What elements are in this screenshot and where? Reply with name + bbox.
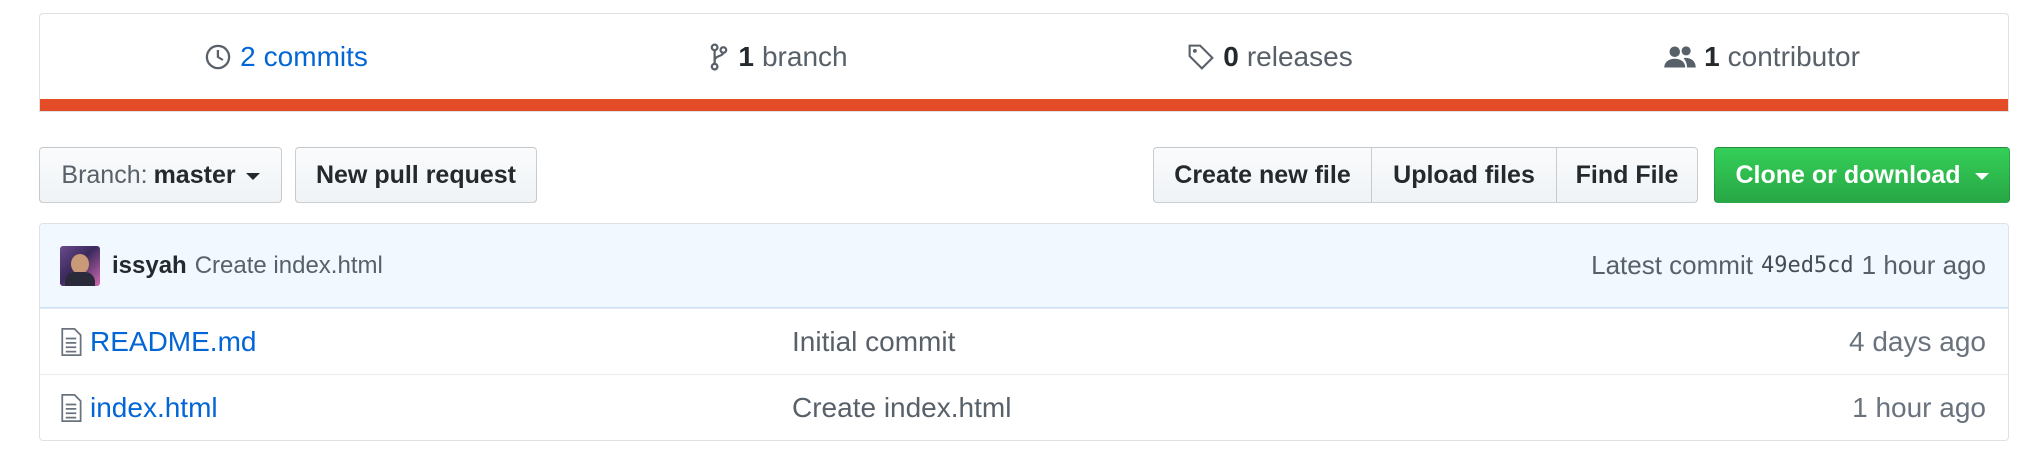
branches-summary-link[interactable]: 1 branch: [532, 14, 1024, 99]
file-text-icon: [61, 327, 82, 356]
contributors-count: 1: [1704, 40, 1720, 72]
commits-count: 2: [240, 40, 256, 72]
file-age: 4 days ago: [1849, 325, 1986, 357]
releases-count: 0: [1223, 40, 1239, 72]
branch-select-button[interactable]: Branch: master: [39, 147, 282, 203]
file-commit-message-link[interactable]: Create index.html: [792, 392, 1011, 424]
commit-message-link[interactable]: Create index.html: [195, 252, 383, 280]
commit-author-link[interactable]: issyah: [112, 252, 187, 280]
git-branch-icon: [711, 42, 728, 71]
branch-label: Branch:: [61, 160, 148, 189]
file-name-link[interactable]: README.md: [90, 326, 256, 358]
tag-icon: [1188, 44, 1215, 70]
contributors-summary-link[interactable]: 1 contributor: [1516, 14, 2008, 99]
upload-files-button[interactable]: Upload files: [1371, 147, 1557, 203]
file-row: index.html Create index.html 1 hour ago: [40, 374, 2008, 440]
file-row: README.md Initial commit 4 days ago: [40, 308, 2008, 374]
language-bar[interactable]: [40, 99, 2008, 111]
branches-label: branch: [761, 40, 848, 72]
chevron-down-icon: [245, 173, 260, 180]
file-age: 1 hour ago: [1852, 391, 1986, 423]
releases-summary-link[interactable]: 0 releases: [1024, 14, 1516, 99]
latest-commit-info: Latest commit 49ed5cd 1 hour ago: [1591, 250, 1986, 281]
find-file-button[interactable]: Find File: [1556, 147, 1698, 203]
file-actions-group: Create new file Upload files Find File: [1153, 147, 1698, 203]
commits-label: commits: [263, 40, 368, 72]
contributors-label: contributor: [1727, 40, 1860, 72]
file-navigation-table: issyah Create index.html Latest commit 4…: [39, 223, 2009, 441]
chevron-down-icon: [1974, 173, 1989, 180]
latest-commit-bar: issyah Create index.html Latest commit 4…: [40, 224, 2008, 308]
file-commit-message-link[interactable]: Initial commit: [792, 326, 955, 358]
latest-commit-age: 1 hour ago: [1861, 250, 1986, 280]
new-pull-request-button[interactable]: New pull request: [295, 147, 537, 203]
latest-commit-prefix: Latest commit: [1591, 250, 1753, 280]
branches-count: 1: [738, 40, 754, 72]
people-icon: [1664, 45, 1696, 67]
clone-or-download-button[interactable]: Clone or download: [1714, 147, 2010, 203]
file-name-link[interactable]: index.html: [90, 392, 218, 424]
repo-summary: 2 commits 1 branch 0 releases 1 contribu…: [39, 13, 2009, 112]
commit-sha-link[interactable]: 49ed5cd: [1761, 253, 1854, 278]
branch-value: master: [153, 160, 236, 189]
commits-summary-link[interactable]: 2 commits: [40, 14, 532, 99]
history-icon: [205, 44, 231, 69]
file-text-icon: [61, 393, 82, 422]
clone-label: Clone or download: [1735, 160, 1961, 189]
releases-label: releases: [1246, 40, 1353, 72]
create-new-file-button[interactable]: Create new file: [1153, 147, 1372, 203]
avatar[interactable]: [60, 245, 100, 286]
